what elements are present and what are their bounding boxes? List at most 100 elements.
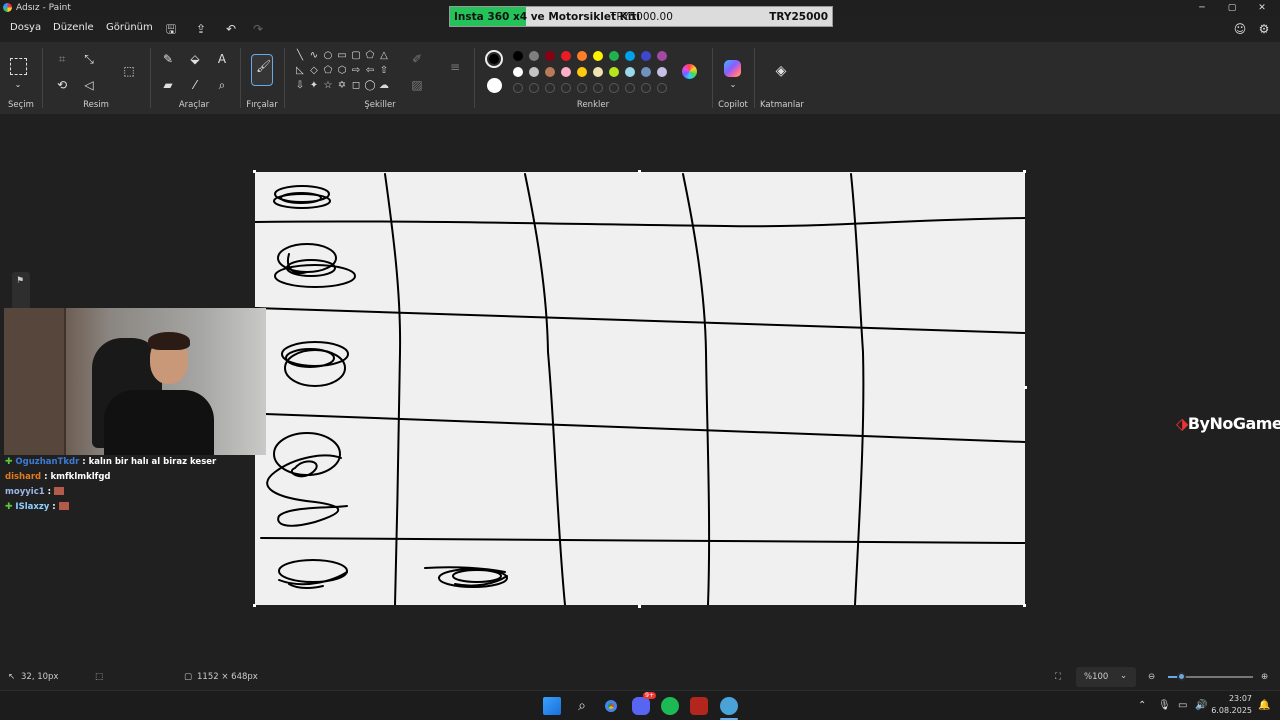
custom-color-slot[interactable] [593,83,603,93]
magnifier-icon[interactable]: ⌕ [213,76,231,94]
settings-icon[interactable]: ⚙ [1256,21,1272,37]
custom-color-slot[interactable] [577,83,587,93]
clock-date[interactable]: 6.08.2025 [1210,706,1252,715]
shape-fill-icon[interactable]: ▨ [408,76,426,94]
eraser-icon[interactable]: ▰ [159,76,177,94]
primary-color-button[interactable] [485,50,503,68]
zoom-slider[interactable] [1168,672,1253,681]
resize-handle[interactable] [638,170,641,173]
color-swatch[interactable] [529,67,539,77]
rounded-rectangle-shape-icon[interactable]: ▢ [350,50,362,62]
polygon-shape-icon[interactable]: ⬠ [364,50,376,62]
color-swatch[interactable] [513,51,523,61]
maximize-icon[interactable]: ▢ [1222,1,1242,15]
share-icon[interactable]: ⇪ [193,21,209,37]
color-swatch[interactable] [513,67,523,77]
fill-icon[interactable]: ⬙ [186,50,204,68]
app-icon[interactable] [690,697,708,715]
resize-handle[interactable] [638,605,641,608]
menu-view[interactable]: Görünüm [106,22,153,33]
drawing-canvas[interactable] [254,172,1026,606]
text-icon[interactable]: A [213,50,231,68]
line-shape-icon[interactable]: ╲ [294,50,306,62]
rotate-icon[interactable]: ⟲ [53,76,71,94]
search-icon[interactable]: ⌕ [573,697,591,715]
resize-handle[interactable] [1023,170,1026,173]
custom-color-slot[interactable] [561,83,571,93]
color-swatch[interactable] [609,67,619,77]
chrome-icon[interactable] [602,697,620,715]
clock-time[interactable]: 23:07 [1222,694,1252,703]
crop-icon[interactable]: ⌗ [53,50,71,68]
volume-icon[interactable]: 🔊 [1195,700,1207,711]
curve-shape-icon[interactable]: ∿ [308,50,320,62]
six-point-star-shape-icon[interactable]: ✡ [336,80,348,92]
color-picker-icon[interactable]: ⁄ [186,76,204,94]
resize-handle[interactable] [1024,386,1027,389]
five-point-star-shape-icon[interactable]: ☆ [322,80,334,92]
callout-shape-icon[interactable]: ◻ [350,80,362,92]
discord-icon[interactable]: 9+ [632,692,656,715]
layers-icon[interactable]: ◈ [772,62,790,80]
custom-color-slot[interactable] [513,83,523,93]
pencil-icon[interactable]: ✎ [159,50,177,68]
edit-colors-icon[interactable] [682,64,697,79]
color-swatch[interactable] [593,67,603,77]
selection-icon[interactable] [10,58,27,75]
network-icon[interactable]: ▭ [1178,700,1187,711]
color-swatch[interactable] [657,67,667,77]
color-swatch[interactable] [625,51,635,61]
up-arrow-shape-icon[interactable]: ⇧ [378,65,390,77]
left-arrow-shape-icon[interactable]: ⇦ [364,65,376,77]
copilot-icon[interactable] [724,60,741,77]
resize-icon[interactable]: ⤡ [80,50,98,68]
zoom-in-icon[interactable]: ⊕ [1261,672,1268,682]
custom-color-slot[interactable] [545,83,555,93]
oval-callout-shape-icon[interactable]: ◯ [364,80,376,92]
four-point-star-shape-icon[interactable]: ✦ [308,80,320,92]
save-icon[interactable]: 🖫 [163,21,179,37]
minimize-icon[interactable]: ─ [1192,1,1212,15]
zoom-slider-thumb[interactable] [1177,672,1186,681]
undo-icon[interactable]: ↶ [223,21,239,37]
diamond-shape-icon[interactable]: ◇ [308,65,320,77]
pentagon-shape-icon[interactable]: ⬠ [322,65,334,77]
custom-color-slot[interactable] [529,83,539,93]
custom-color-slot[interactable] [657,83,667,93]
color-swatch[interactable] [593,51,603,61]
outline-icon[interactable]: ✐ [408,50,426,68]
zoom-out-icon[interactable]: ⊖ [1148,672,1155,682]
close-icon[interactable]: ✕ [1252,1,1272,15]
triangle-shape-icon[interactable]: △ [378,50,390,62]
color-swatch[interactable] [561,67,571,77]
image-select-icon[interactable]: ⬚ [120,62,138,80]
zoom-select[interactable]: %100 ⌄ [1076,667,1136,687]
color-swatch[interactable] [625,67,635,77]
microphone-icon[interactable]: 🎙 [1158,700,1171,711]
color-swatch[interactable] [577,67,587,77]
account-icon[interactable]: ☺ [1232,21,1248,37]
color-swatch[interactable] [545,51,555,61]
menu-edit[interactable]: Düzenle [53,22,94,33]
color-swatch[interactable] [545,67,555,77]
cloud-callout-shape-icon[interactable]: ☁ [378,80,390,92]
oval-shape-icon[interactable]: ○ [322,50,334,62]
secondary-color-button[interactable] [487,78,502,93]
resize-handle[interactable] [253,170,256,173]
custom-color-slot[interactable] [625,83,635,93]
spotify-icon[interactable] [661,697,679,715]
redo-icon[interactable]: ↷ [250,21,266,37]
hexagon-shape-icon[interactable]: ⬡ [336,65,348,77]
color-swatch[interactable] [577,51,587,61]
chevron-down-icon[interactable]: ⌄ [724,76,742,94]
custom-color-slot[interactable] [609,83,619,93]
notification-icon[interactable]: 🔔 [1258,700,1270,711]
color-swatch[interactable] [529,51,539,61]
color-swatch[interactable] [561,51,571,61]
resize-handle[interactable] [1023,604,1026,607]
custom-color-slot[interactable] [641,83,651,93]
right-triangle-shape-icon[interactable]: ◺ [294,65,306,77]
start-icon[interactable] [543,697,561,715]
color-swatch[interactable] [641,51,651,61]
paint-icon[interactable] [720,697,738,715]
